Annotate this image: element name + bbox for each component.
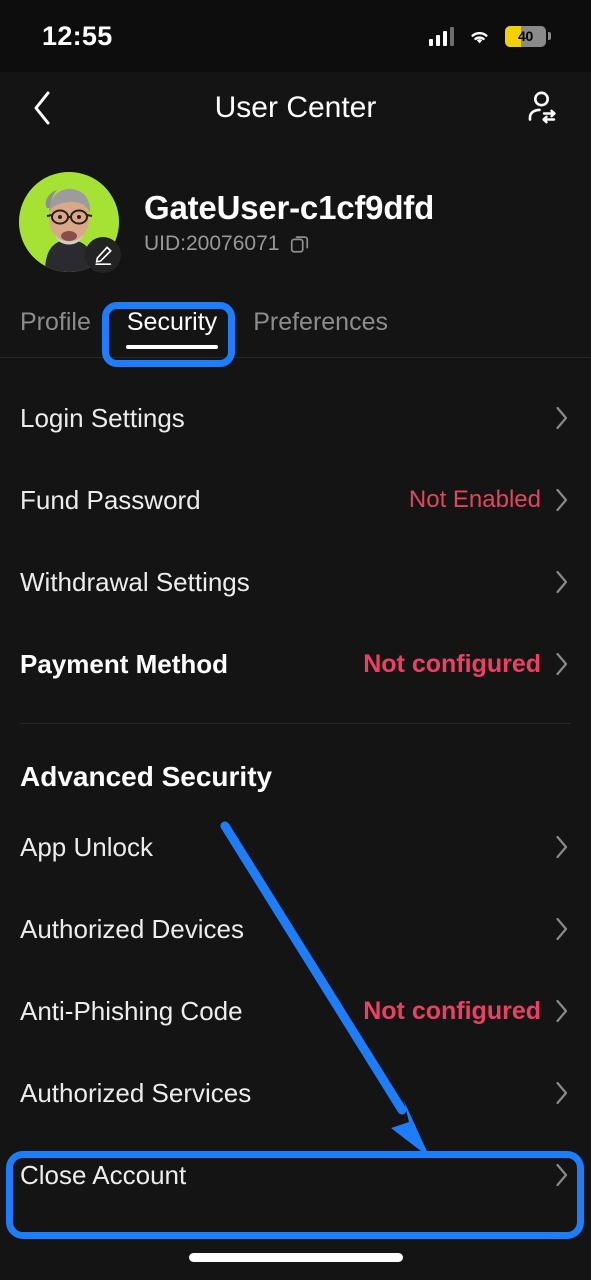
list-item-label: Payment Method — [20, 648, 229, 679]
list-item-right: Not configured — [363, 997, 569, 1026]
copy-icon[interactable] — [289, 233, 311, 255]
list-item-login-settings[interactable]: Login Settings — [0, 377, 591, 459]
username-label: GateUser-c1cf9dfd — [144, 188, 435, 226]
list-item-right: Not configured — [363, 650, 569, 679]
chevron-right-icon — [556, 488, 568, 512]
chevron-right-icon — [556, 570, 568, 594]
chevron-right-icon — [556, 835, 568, 859]
list-item-right — [555, 1081, 569, 1105]
tab-preferences[interactable]: Preferences — [235, 303, 406, 337]
list-item-label: Fund Password — [20, 484, 201, 515]
battery-percent-label: 40 — [518, 27, 533, 44]
security-settings-list: Login Settings Fund Password Not Enabled… — [0, 377, 591, 1216]
list-item-label: Authorized Devices — [20, 913, 244, 944]
uid-row: UID:20076071 — [144, 232, 434, 256]
status-bar-indicators: 40 — [428, 25, 551, 47]
profile-header: GateUser-c1cf9dfd UID:20076071 — [0, 158, 591, 286]
chevron-left-icon — [34, 91, 50, 125]
list-item-label: Anti-Phishing Code — [20, 995, 243, 1026]
list-item-right — [555, 1163, 569, 1187]
list-item-label: Close Account — [20, 1159, 187, 1190]
chevron-right-icon — [556, 1163, 568, 1187]
chevron-right-icon — [556, 917, 568, 941]
list-item-label: Login Settings — [20, 402, 185, 433]
pencil-edit-icon — [95, 246, 112, 265]
user-center-screen: 12:55 40 User Center GateUser-c1cf9dfd U… — [0, 0, 591, 1280]
list-item-right — [555, 570, 569, 594]
section-title-advanced-security: Advanced Security — [20, 761, 273, 792]
home-indicator — [188, 1253, 403, 1262]
list-item-right — [555, 835, 569, 859]
list-item-anti-phishing-code[interactable]: Anti-Phishing Code Not configured — [0, 970, 591, 1052]
status-bar: 12:55 40 — [0, 0, 591, 72]
chevron-right-icon — [556, 1081, 568, 1105]
tab-active-underline — [126, 344, 219, 349]
list-item-close-account[interactable]: Close Account — [0, 1134, 591, 1216]
status-badge: Not configured — [363, 996, 541, 1025]
list-item-right: Not Enabled — [409, 486, 569, 514]
list-item-withdrawal-settings[interactable]: Withdrawal Settings — [0, 541, 591, 623]
chevron-right-icon — [556, 406, 568, 430]
edit-avatar-button[interactable] — [85, 237, 121, 273]
list-item-authorized-services[interactable]: Authorized Services — [0, 1052, 591, 1134]
list-item-payment-method[interactable]: Payment Method Not configured — [0, 623, 591, 705]
tab-bar-divider — [0, 357, 591, 358]
list-item-label: Authorized Services — [20, 1077, 252, 1108]
tab-preferences-label: Preferences — [253, 308, 388, 336]
tab-profile-label: Profile — [20, 308, 91, 336]
tab-security-label: Security — [126, 308, 218, 336]
list-item-fund-password[interactable]: Fund Password Not Enabled — [0, 459, 591, 541]
chevron-right-icon — [556, 999, 568, 1023]
list-item-right — [555, 917, 569, 941]
list-item-right — [555, 406, 569, 430]
status-bar-clock: 12:55 — [42, 20, 113, 51]
tab-profile[interactable]: Profile — [18, 303, 109, 337]
switch-account-icon — [528, 91, 556, 124]
tab-security[interactable]: Security — [109, 303, 235, 349]
back-button[interactable] — [22, 88, 62, 128]
battery-icon: 40 — [505, 25, 551, 47]
navigation-bar: User Center — [0, 72, 591, 144]
uid-label: UID:20076071 — [144, 231, 280, 255]
list-item-label: Withdrawal Settings — [20, 566, 250, 597]
list-item-label: App Unlock — [20, 831, 153, 862]
status-badge: Not configured — [363, 649, 541, 678]
switch-account-button[interactable] — [519, 85, 565, 131]
list-item-authorized-devices[interactable]: Authorized Devices — [0, 888, 591, 970]
avatar[interactable] — [19, 172, 121, 273]
wifi-icon — [471, 31, 488, 43]
cellular-signal-icon — [428, 26, 454, 46]
identity-block: GateUser-c1cf9dfd UID:20076071 — [144, 189, 434, 256]
page-title: User Center — [214, 91, 377, 124]
status-badge: Not Enabled — [408, 486, 541, 513]
list-item-app-unlock[interactable]: App Unlock — [0, 806, 591, 888]
chevron-right-icon — [556, 652, 568, 676]
tab-bar: Profile Security Preferences — [0, 303, 591, 359]
